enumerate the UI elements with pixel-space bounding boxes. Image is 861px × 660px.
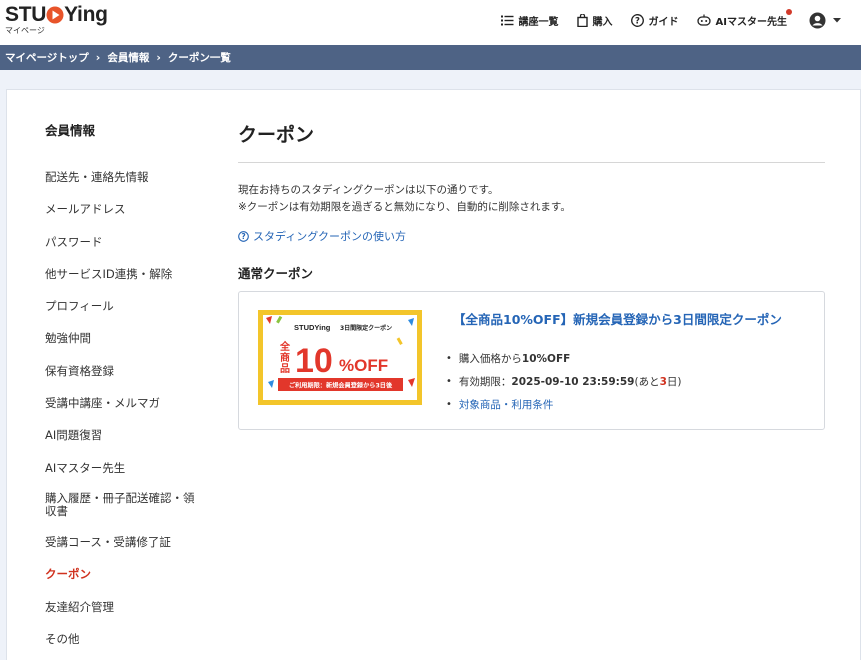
sidebar: 会員情報 配送先・連絡先情報 メールアドレス パスワード 他サービスID連携・解…	[45, 120, 225, 660]
breadcrumb-item-coupon: クーポン一覧	[167, 52, 231, 64]
user-menu[interactable]	[809, 12, 842, 29]
help-circle-icon: ?	[238, 230, 249, 242]
breadcrumb-item-mypage[interactable]: マイページトップ	[5, 50, 89, 65]
sidebar-item-referral[interactable]: 友達紹介管理	[45, 599, 225, 631]
robot-icon	[696, 14, 711, 26]
breadcrumb-separator: ›	[156, 51, 161, 64]
breadcrumb: マイページトップ › 会員情報 › クーポン一覧	[0, 45, 861, 70]
sidebar-item-purchase-history[interactable]: 購入履歴・冊子配送確認・領収書	[45, 491, 205, 534]
nav-purchase[interactable]: 購入	[576, 13, 613, 28]
coupon-image-logo: STUDYing	[294, 323, 331, 332]
header-nav: 講座一覧 購入 ? ガイド AIマスター先生	[500, 0, 861, 40]
coupon-expiry: 有効期限：2025-09-10 23:59:59 (あと3日)	[446, 370, 682, 393]
logo-text-1: STU	[5, 3, 47, 26]
coupon-terms-link[interactable]: 対象商品・利用条件	[459, 397, 554, 412]
help-circle-icon: ?	[630, 13, 644, 27]
section-title: 通常クーポン	[238, 266, 314, 281]
nav-purchase-label: 購入	[592, 16, 613, 28]
coupon-terms: 対象商品・利用条件	[446, 393, 682, 416]
sidebar-item-shipping[interactable]: 配送先・連絡先情報	[45, 169, 225, 201]
sidebar-item-qualifications[interactable]: 保有資格登録	[45, 363, 225, 395]
sidebar-item-other[interactable]: その他	[45, 631, 225, 660]
sidebar-item-course-certificate[interactable]: 受講コース・受講修了証	[45, 534, 225, 566]
coupon-discount-value: 10%OFF	[521, 352, 571, 365]
svg-text:全: 全	[279, 340, 291, 353]
coupon-expiry-prefix: 有効期限：	[458, 376, 512, 388]
coupon-discount: 購入価格から10%OFF	[446, 347, 682, 370]
sidebar-item-study-friends[interactable]: 勉強仲間	[45, 330, 225, 362]
page-title: クーポン	[238, 120, 825, 163]
content-card: 会員情報 配送先・連絡先情報 メールアドレス パスワード 他サービスID連携・解…	[6, 89, 861, 660]
header: STU Ying マイページ 講座一覧 購入 ? ガイド AIマスター先生	[0, 0, 861, 45]
caret-down-icon	[833, 18, 841, 23]
nav-ai-master[interactable]: AIマスター先生	[696, 8, 792, 28]
coupon-image-unit: %OFF	[339, 356, 388, 375]
coupon-remaining-suffix: 日)	[666, 376, 682, 388]
user-avatar-icon	[809, 12, 826, 28]
coupon-image-tag: 3日間限定クーポン	[340, 324, 392, 332]
svg-text:商: 商	[280, 351, 290, 364]
nav-courses[interactable]: 講座一覧	[500, 13, 559, 28]
nav-guide-label: ガイド	[648, 16, 679, 28]
nav-ai-master-label: AIマスター先生	[715, 16, 787, 28]
sidebar-item-coupon[interactable]: クーポン	[45, 566, 225, 598]
breadcrumb-separator: ›	[95, 51, 101, 64]
howto-link[interactable]: ? スタディングクーポンの使い方	[238, 228, 825, 244]
logo[interactable]: STU Ying マイページ	[5, 3, 108, 36]
description-line-2: ※クーポンは有効期限を過ぎると無効になり、自動的に削除されます。	[238, 201, 571, 213]
sidebar-title: 会員情報	[45, 123, 96, 138]
description: 現在お持ちのスタディングクーポンは以下の通りです。 ※クーポンは有効期限を過ぎる…	[238, 182, 825, 216]
svg-text:?: ?	[241, 232, 245, 241]
breadcrumb-item-member[interactable]: 会員情報	[107, 50, 149, 65]
sidebar-item-profile[interactable]: プロフィール	[45, 298, 225, 330]
coupon-title[interactable]: 【全商品10%OFF】新規会員登録から3日間限定クーポン	[453, 309, 782, 328]
description-line-1: 現在お持ちのスタディングクーポンは以下の通りです。	[238, 184, 499, 196]
coupon-details: 購入価格から10%OFF 有効期限：2025-09-10 23:59:59 (あ…	[446, 347, 682, 416]
svg-text:?: ?	[635, 16, 640, 26]
coupon-discount-prefix: 購入価格から	[458, 353, 522, 365]
nav-guide[interactable]: ? ガイド	[630, 13, 679, 28]
svg-text:品: 品	[280, 363, 290, 375]
coupon-card: STUDYing 3日間限定クーポン 全 商 品 10 %OFF ご利用期限：新…	[238, 291, 825, 430]
coupon-remaining-prefix: (あと	[634, 376, 660, 388]
coupon-banner-image: STUDYing 3日間限定クーポン 全 商 品 10 %OFF ご利用期限：新…	[258, 310, 422, 405]
sidebar-item-courses-newsletter[interactable]: 受講中講座・メルマガ	[45, 395, 225, 427]
howto-link-label: スタディングクーポンの使い方	[253, 230, 407, 243]
sidebar-item-password[interactable]: パスワード	[45, 234, 225, 266]
logo-subtitle: マイページ	[5, 26, 45, 35]
coupon-image-footer: ご利用期限：新規会員登録から3日後	[289, 382, 393, 390]
notification-dot	[786, 8, 792, 15]
sidebar-item-ai-master[interactable]: AIマスター先生	[45, 460, 225, 492]
play-icon	[46, 6, 64, 24]
sidebar-item-id-link[interactable]: 他サービスID連携・解除	[45, 266, 225, 298]
sidebar-item-email[interactable]: メールアドレス	[45, 201, 225, 233]
shopping-bag-icon	[576, 13, 588, 27]
main-content: クーポン 現在お持ちのスタディングクーポンは以下の通りです。 ※クーポンは有効期…	[238, 120, 825, 430]
list-icon	[500, 15, 514, 25]
sidebar-item-ai-review[interactable]: AI問題復習	[45, 427, 225, 459]
coupon-expiry-value: 2025-09-10 23:59:59	[511, 375, 635, 388]
coupon-image-side-text: 全 商 品	[279, 340, 291, 375]
coupon-remaining-days: 3	[659, 375, 667, 388]
coupon-image-big: 10	[295, 342, 333, 380]
nav-courses-label: 講座一覧	[518, 16, 559, 28]
logo-text-2: Ying	[64, 3, 108, 26]
